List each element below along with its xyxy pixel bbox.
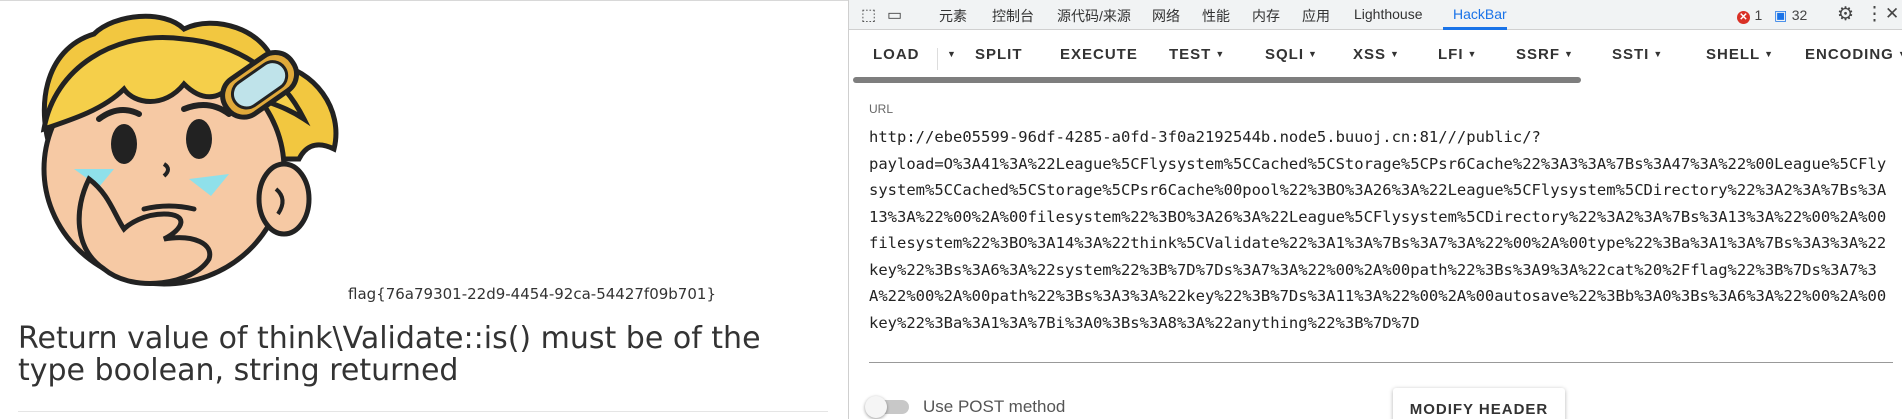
ssrf-menu-button[interactable]: SSRF ▼	[1516, 46, 1574, 63]
error-count: 1	[1754, 7, 1763, 23]
sqli-menu-button[interactable]: SQLI ▼	[1265, 46, 1318, 63]
load-split-divider	[937, 48, 938, 70]
more-options-icon[interactable]: ⋮	[1865, 3, 1884, 26]
split-button[interactable]: SPLIT	[975, 46, 1023, 63]
chevron-down-icon: ▼	[1390, 49, 1400, 59]
tab-hackbar[interactable]: HackBar	[1453, 6, 1507, 22]
error-icon: ✕	[1737, 11, 1750, 24]
webpage-area: flag{76a79301-22d9-4454-92ca-54427f09b70…	[0, 0, 848, 419]
shell-menu-button[interactable]: SHELL ▼	[1706, 46, 1774, 63]
tab-elements[interactable]: 元素	[939, 6, 967, 26]
inspect-element-icon[interactable]: ⬚	[861, 5, 876, 25]
chevron-down-icon: ▼	[1653, 49, 1664, 59]
thinking-face-image	[40, 13, 339, 287]
toolbar-scrollbar[interactable]	[853, 77, 1581, 83]
test-label: TEST	[1169, 46, 1212, 63]
ssti-label: SSTI	[1612, 46, 1650, 63]
encoding-menu-button[interactable]: ENCODING ▼	[1805, 46, 1902, 63]
load-dropdown-chevron-down-icon[interactable]: ▼	[943, 46, 957, 63]
error-message: Return value of think\Validate::is() mus…	[18, 321, 761, 388]
ssrf-label: SSRF	[1516, 46, 1561, 63]
ssti-menu-button[interactable]: SSTI ▼	[1612, 46, 1663, 63]
chevron-down-icon: ▼	[1308, 49, 1318, 59]
url-field-underline	[869, 362, 1893, 363]
message-icon: ▣	[1774, 7, 1788, 23]
device-toolbar-icon[interactable]: ▭	[887, 5, 902, 25]
url-label: URL	[869, 102, 894, 116]
encoding-label: ENCODING	[1805, 46, 1894, 63]
load-button[interactable]: LOAD	[873, 46, 920, 63]
error-count-badge[interactable]: ✕ 1	[1737, 7, 1762, 25]
chevron-down-icon: ▼	[1564, 49, 1574, 59]
test-menu-button[interactable]: TEST ▼	[1169, 46, 1225, 63]
shell-label: SHELL	[1706, 46, 1761, 63]
message-count: 32	[1791, 7, 1808, 23]
tab-sources[interactable]: 源代码/来源	[1057, 6, 1131, 26]
tab-memory[interactable]: 内存	[1252, 6, 1280, 26]
lfi-menu-button[interactable]: LFI ▼	[1438, 46, 1477, 63]
flag-text: flag{76a79301-22d9-4454-92ca-54427f09b70…	[348, 285, 716, 303]
tab-application[interactable]: 应用	[1302, 6, 1330, 26]
modify-header-button[interactable]: MODIFY HEADER	[1393, 388, 1565, 419]
message-count-badge[interactable]: ▣ 32	[1774, 7, 1807, 25]
settings-gear-icon[interactable]: ⚙	[1837, 3, 1854, 26]
chevron-down-icon: ▼	[1215, 49, 1226, 59]
close-icon[interactable]: ✕	[1885, 4, 1899, 24]
sqli-label: SQLI	[1265, 46, 1305, 63]
divider	[18, 411, 828, 412]
chevron-down-icon: ▼	[1467, 49, 1478, 59]
devtools-tabbar: ⬚ ▭ 元素 控制台 源代码/来源 网络 性能 内存 应用 Lighthouse…	[849, 0, 1902, 30]
tab-console[interactable]: 控制台	[992, 6, 1034, 26]
tab-network[interactable]: 网络	[1152, 6, 1180, 26]
chevron-down-icon: ▼	[1764, 49, 1775, 59]
xss-menu-button[interactable]: XSS ▼	[1353, 46, 1400, 63]
tab-performance[interactable]: 性能	[1202, 6, 1230, 26]
tab-lighthouse[interactable]: Lighthouse	[1354, 6, 1423, 22]
url-textarea[interactable]: http://ebe05599-96df-4285-a0fd-3f0a21925…	[869, 124, 1891, 336]
xss-label: XSS	[1353, 46, 1387, 63]
execute-button[interactable]: EXECUTE	[1060, 46, 1138, 63]
post-method-label: Use POST method	[923, 397, 1066, 416]
chevron-down-icon: ▼	[1898, 49, 1902, 59]
lfi-label: LFI	[1438, 46, 1464, 63]
post-method-toggle-knob[interactable]	[865, 396, 887, 418]
devtools-panel: ⬚ ▭ 元素 控制台 源代码/来源 网络 性能 内存 应用 Lighthouse…	[848, 0, 1902, 419]
hackbar-toolbar: LOAD ▼ SPLIT EXECUTE TEST ▼ SQLI ▼ XSS ▼ LF…	[849, 30, 1902, 80]
